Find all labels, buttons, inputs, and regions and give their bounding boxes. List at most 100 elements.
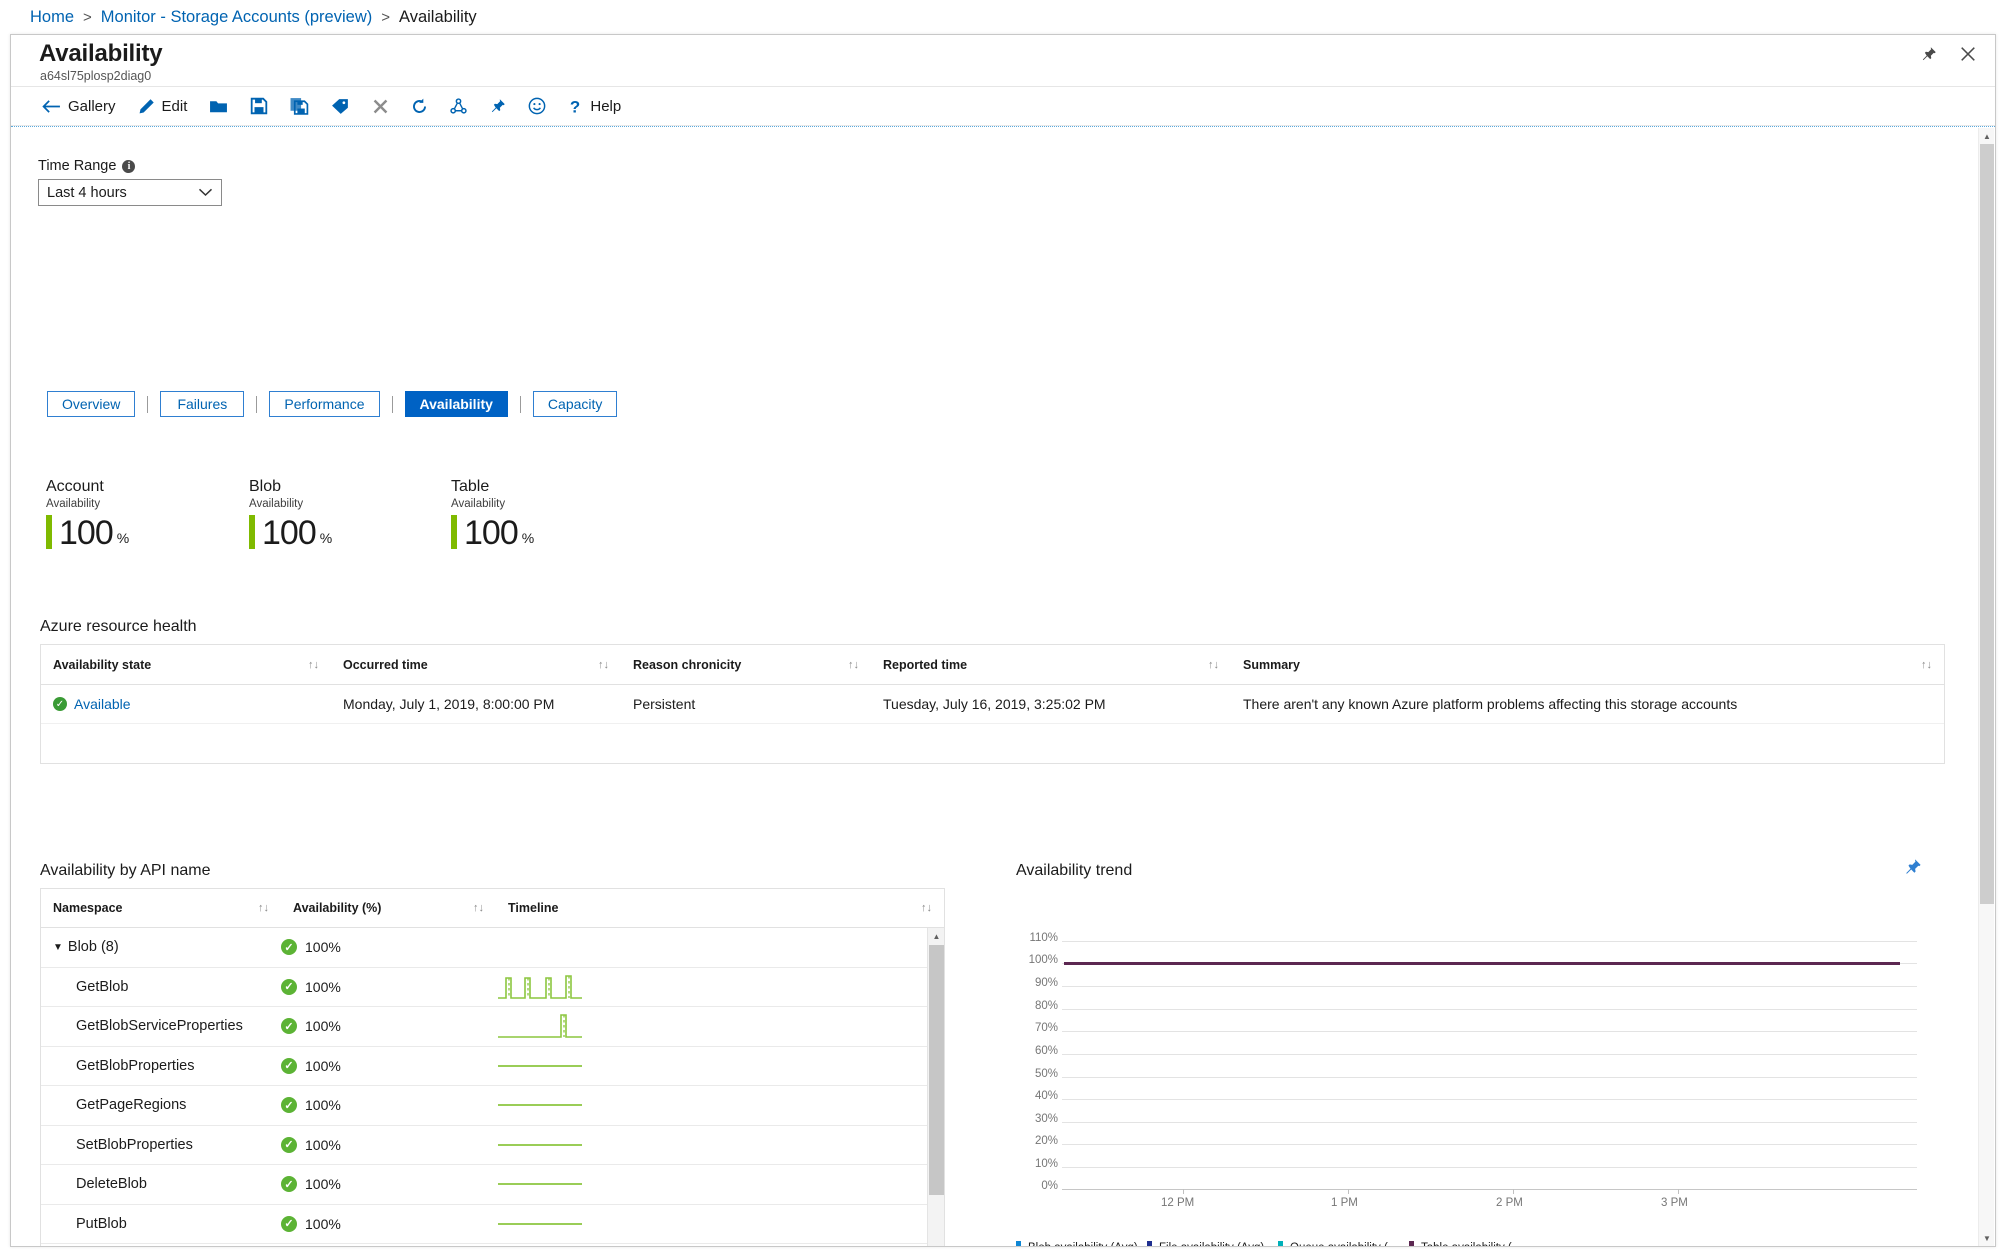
pin-icon[interactable] [1903,858,1922,882]
gridline [1062,1167,1917,1168]
legend-item-file[interactable]: File availability (Avg) a64sl75plosp2dia… [1147,1241,1278,1246]
time-range-dropdown[interactable]: Last 4 hours [38,179,222,206]
toolbar-save-copy-button[interactable] [279,91,320,121]
column-summary[interactable]: Summary ↑↓ [1231,645,1944,684]
gridline [1062,1099,1917,1100]
table-header-row: Namespace ↑↓ Availability (%) ↑↓ Timelin… [41,889,944,928]
gridline [1062,1122,1917,1123]
tile-subtitle: Availability [249,498,304,510]
availability-by-api-panel: Namespace ↑↓ Availability (%) ↑↓ Timelin… [40,888,945,1246]
legend-item-blob[interactable]: Blob availability (Avg) a64sl75plosp2dia… [1016,1241,1147,1246]
table-row[interactable]: DeleteBlob ✓ 100% [41,1165,944,1205]
check-circle-icon: ✓ [281,1176,297,1193]
column-timeline[interactable]: Timeline ↑↓ [496,889,944,927]
scroll-up-arrow-icon[interactable]: ▲ [1979,128,1995,144]
column-namespace[interactable]: Namespace ↑↓ [41,889,281,927]
cell-availability: ✓ 100% [281,1057,496,1074]
legend-color-swatch [1016,1241,1021,1246]
toolbar-pin-button[interactable] [478,91,517,121]
toolbar-refresh-button[interactable] [400,91,439,121]
scrollbar-thumb[interactable] [1980,144,1994,904]
scrollbar-thumb[interactable] [929,945,944,1195]
toolbar-tag-button[interactable] [320,91,361,121]
column-reported-time[interactable]: Reported time ↑↓ [871,645,1231,684]
check-circle-icon: ✓ [53,697,67,711]
blade-scrollbar[interactable]: ▲ ▼ [1978,128,1994,1246]
availability-value: 100% [305,978,341,995]
column-label: Reason chronicity [633,657,742,672]
breadcrumb-item-monitor[interactable]: Monitor - Storage Accounts (preview) [101,8,372,27]
table-row[interactable]: GetBlobServiceProperties ✓ 100% [41,1007,944,1047]
tile-value: 100 [59,514,114,552]
breadcrumb-item-home[interactable]: Home [30,8,74,27]
legend-item-queue[interactable]: Queue availability (... a64sl75plosp2dia… [1278,1241,1409,1246]
toolbar-open-button[interactable] [198,91,239,121]
breadcrumb: Home > Monitor - Storage Accounts (previ… [0,0,2006,34]
time-range-label-group: Time Range i [38,158,136,174]
table-row[interactable]: GetPageRegions ✓ 100% [41,1086,944,1126]
toolbar-feedback-button[interactable] [517,91,557,121]
legend-item-table[interactable]: Table availability (... a64sl75plosp2dia… [1409,1241,1540,1246]
availability-value: 100% [305,1057,341,1074]
toolbar-share-button[interactable] [439,91,478,121]
legend-color-swatch [1147,1241,1152,1246]
blade-header: Availability a64sl75plosp2diag0 [11,35,1995,87]
question-mark-icon: ? [568,97,583,115]
availability-value: 100% [305,1176,341,1193]
y-tick-label: 70% [1034,1022,1058,1034]
tab-overview[interactable]: Overview [47,391,136,417]
toolbar-edit-button[interactable]: Edit [127,91,199,121]
cell-namespace: PutBlob [41,1216,281,1232]
y-tick-label: 90% [1034,977,1058,989]
tile-title: Table [451,478,490,495]
availability-trend-panel: Availability trend [1016,859,1946,906]
x-tick-label: 1 PM [1331,1197,1358,1209]
tab-failures[interactable]: Failures [160,391,245,417]
sparkline-flat [498,1064,582,1067]
api-table-scrollbar[interactable]: ▲ ▼ [927,928,944,1246]
toolbar-delete-button[interactable] [361,91,400,121]
table-row[interactable]: GetBlobProperties ✓ 100% [41,1047,944,1086]
column-occurred-time[interactable]: Occurred time ↑↓ [331,645,621,684]
refresh-icon [411,98,428,115]
check-circle-icon: ✓ [281,1136,297,1153]
toolbar-gallery-button[interactable]: Gallery [31,91,127,121]
pin-icon[interactable] [1915,41,1941,67]
toolbar-help-button[interactable]: ? Help [557,91,632,121]
tab-availability[interactable]: Availability [404,391,508,417]
cell-namespace: GetBlobServiceProperties [41,1018,281,1034]
view-tabs: Overview Failures Performance Availabili… [47,391,618,417]
chevron-down-icon[interactable]: ▼ [53,942,63,953]
check-circle-icon: ✓ [281,978,297,995]
column-reason-chronicity[interactable]: Reason chronicity ↑↓ [621,645,871,684]
availability-trend-chart: 110% 100% 90% 80% 70% 60% 50% 40% 30% 20… [1016,921,1946,1221]
table-row[interactable]: GetBlob ✓ 100% [41,968,944,1007]
y-tick-label: 80% [1034,1000,1058,1012]
scroll-down-arrow-icon[interactable]: ▼ [1979,1230,1995,1246]
column-label: Reported time [883,657,968,672]
tile-color-bar [249,515,255,549]
tab-capacity[interactable]: Capacity [532,391,618,417]
back-arrow-icon [42,99,61,114]
sparkline-flat [498,1222,582,1225]
availability-state-link[interactable]: Available [74,696,131,712]
metric-tile-account: Account Availability 100 % [46,478,129,552]
table-row[interactable]: PutBlob ✓ 100% [41,1205,944,1244]
toolbar-save-button[interactable] [239,91,279,121]
column-availability-state[interactable]: Availability state ↑↓ [41,645,331,684]
cell-namespace: ▼ Blob (8) [41,939,281,955]
info-icon[interactable]: i [122,159,136,173]
table-row[interactable]: ✓ Available Monday, July 1, 2019, 8:00:0… [41,685,1944,724]
scroll-up-arrow-icon[interactable]: ▲ [928,928,944,945]
close-icon[interactable] [1955,41,1981,67]
legend-series-name: Table availability (... [1421,1241,1521,1246]
table-row[interactable]: PutPage ✓ 100% [41,1244,944,1246]
edit-mode-divider [11,126,1995,127]
tag-icon [331,98,350,115]
table-row[interactable]: ▼ Blob (8) ✓ 100% [41,928,944,968]
tab-performance[interactable]: Performance [269,391,380,417]
table-row[interactable]: SetBlobProperties ✓ 100% [41,1126,944,1165]
tile-title: Blob [249,478,282,495]
column-availability-pct[interactable]: Availability (%) ↑↓ [281,889,496,927]
blade-content: Time Range i Last 4 hours Overview Failu… [11,128,1979,1246]
